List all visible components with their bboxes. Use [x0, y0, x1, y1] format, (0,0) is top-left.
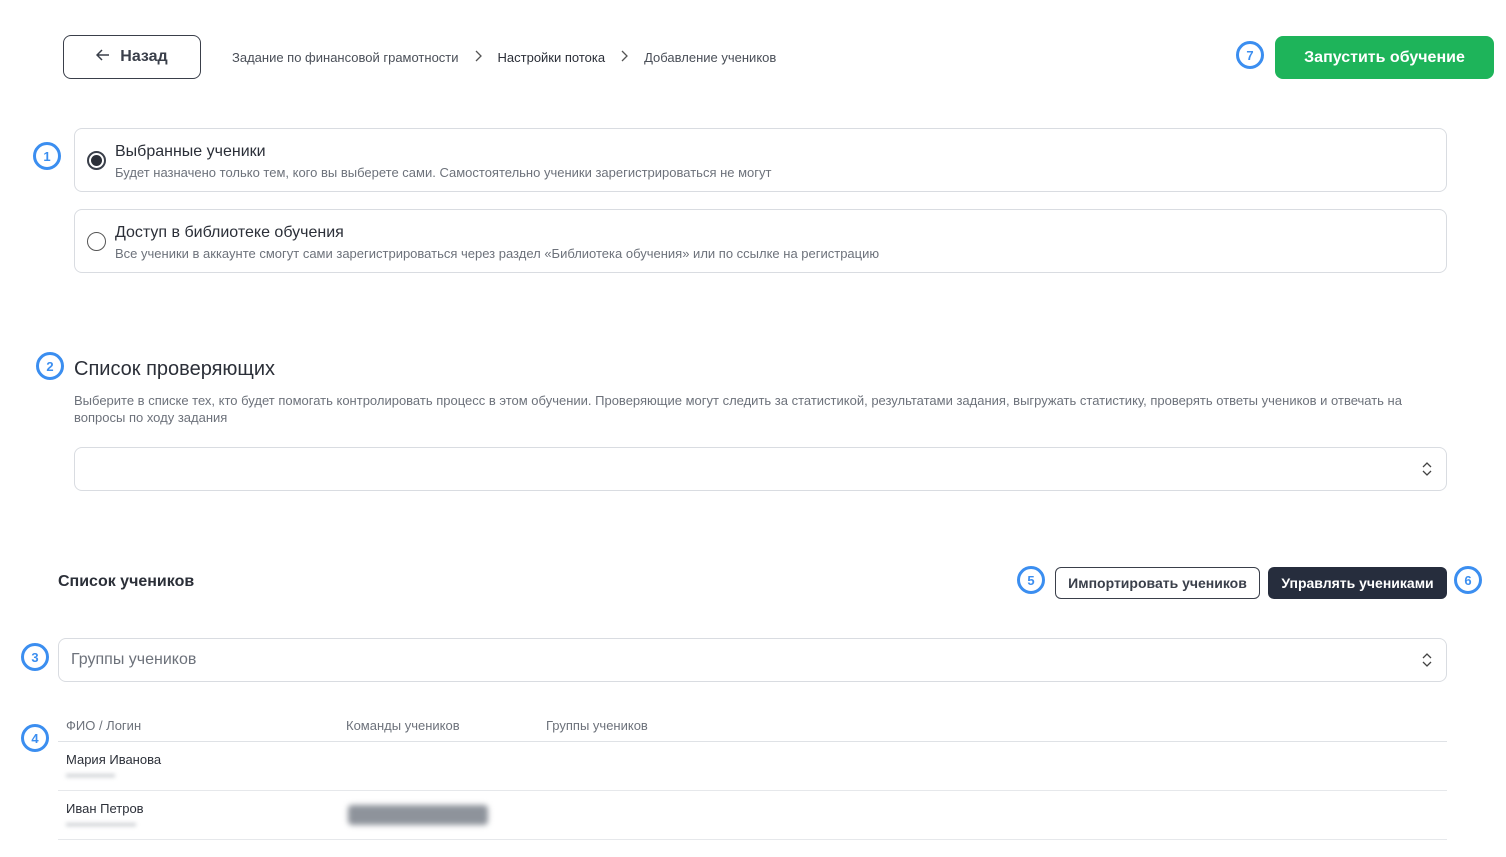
annotation-marker-5: 5: [1017, 566, 1045, 594]
chevron-up-down-icon: [1422, 462, 1432, 476]
column-header-groups[interactable]: Группы учеников: [546, 718, 648, 733]
annotation-marker-7: 7: [1236, 41, 1264, 69]
import-students-button[interactable]: Импортировать учеников: [1055, 567, 1260, 599]
breadcrumb: Задание по финансовой грамотности Настро…: [232, 49, 776, 66]
column-header-name[interactable]: ФИО / Логин: [66, 718, 141, 733]
student-groups-select[interactable]: Группы учеников: [58, 638, 1447, 682]
access-option-title: Доступ в библиотеке обучения: [115, 224, 344, 241]
breadcrumb-item-stream-settings[interactable]: Настройки потока: [498, 50, 606, 65]
student-login: ••••••••••••••••••••: [66, 820, 137, 831]
student-login: ••••••••••••••: [66, 771, 116, 782]
breadcrumb-item-add-students: Добавление учеников: [644, 50, 777, 65]
back-button[interactable]: Назад: [63, 35, 201, 79]
reviewers-select[interactable]: [74, 447, 1447, 491]
student-groups-placeholder: Группы учеников: [71, 651, 197, 668]
annotation-marker-2: 2: [36, 352, 64, 380]
column-header-teams[interactable]: Команды учеников: [346, 718, 460, 733]
table-row[interactable]: Мария Иванова ••••••••••••••: [58, 742, 1447, 791]
annotation-marker-3: 3: [21, 643, 49, 671]
student-team-redacted: [348, 805, 488, 825]
radio-button-unchecked[interactable]: [87, 232, 106, 251]
annotation-marker-1: 1: [33, 142, 61, 170]
annotation-marker-4: 4: [21, 724, 49, 752]
reviewers-description: Выберите в списке тех, кто будет помогат…: [74, 393, 1402, 425]
back-button-label: Назад: [120, 48, 168, 65]
student-name: Мария Иванова: [66, 752, 162, 767]
access-option-title: Выбранные ученики: [115, 143, 266, 160]
students-table: ФИО / Логин Команды учеников Группы учен…: [58, 712, 1447, 840]
student-name: Иван Петров: [66, 801, 144, 816]
start-training-button[interactable]: Запустить обучение: [1275, 36, 1494, 79]
arrow-left-icon: [96, 48, 110, 66]
access-option-library[interactable]: Доступ в библиотеке обучения Все ученики…: [74, 209, 1447, 273]
manage-students-button[interactable]: Управлять учениками: [1268, 567, 1447, 599]
radio-button-checked[interactable]: [87, 151, 106, 170]
chevron-right-icon: [621, 49, 629, 66]
table-header: ФИО / Логин Команды учеников Группы учен…: [58, 712, 1447, 742]
students-title: Список учеников: [58, 573, 195, 590]
table-row[interactable]: Иван Петров ••••••••••••••••••••: [58, 791, 1447, 840]
breadcrumb-item-task[interactable]: Задание по финансовой грамотности: [232, 50, 459, 65]
access-option-description: Все ученики в аккаунте смогут сами зарег…: [115, 246, 880, 261]
chevron-right-icon: [475, 49, 482, 66]
reviewers-title: Список проверяющих: [74, 358, 276, 380]
access-option-description: Будет назначено только тем, кого вы выбе…: [115, 165, 772, 180]
chevron-up-down-icon: [1422, 653, 1432, 667]
annotation-marker-6: 6: [1454, 566, 1482, 594]
access-option-selected-students[interactable]: Выбранные ученики Будет назначено только…: [74, 128, 1447, 192]
